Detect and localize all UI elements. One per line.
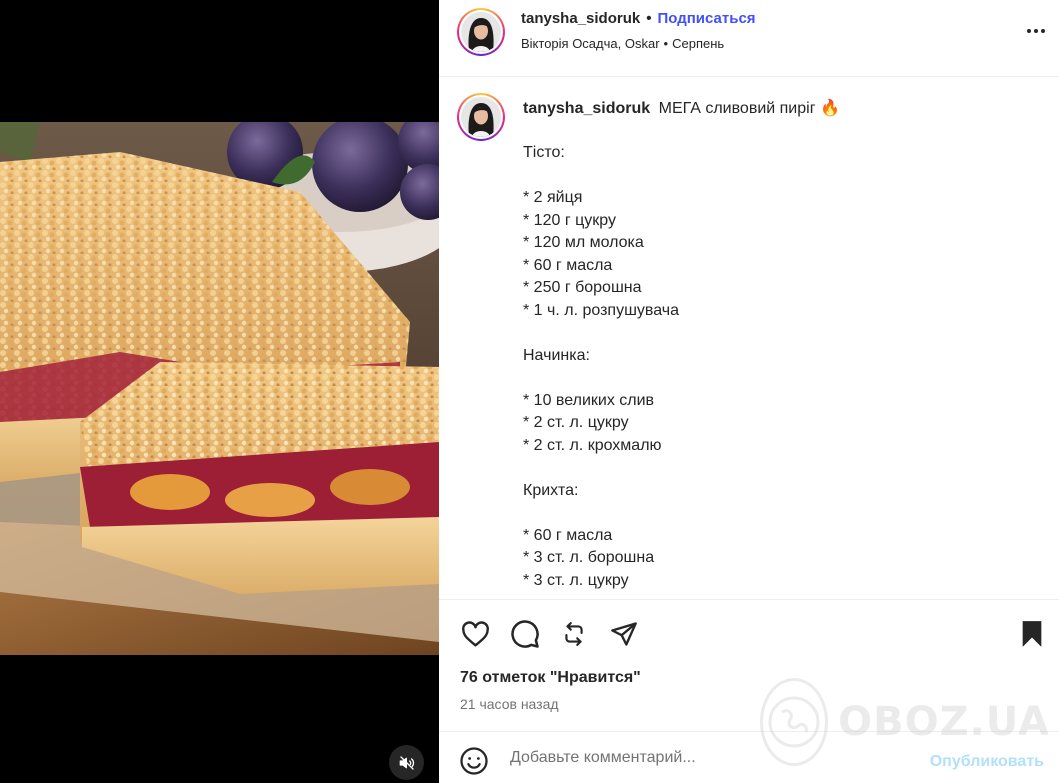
mute-button[interactable]: [389, 745, 424, 780]
post-header: tanysha_sidoruk • Подписаться Вікторія О…: [439, 0, 1059, 77]
caption-author-avatar[interactable]: [457, 93, 505, 141]
save-button[interactable]: [1016, 618, 1048, 650]
comment-button[interactable]: [509, 618, 541, 650]
header-subtitle-row: Вікторія Осадча, Oskar • Серпень: [521, 36, 724, 51]
muted-speaker-icon: [399, 755, 414, 770]
author-avatar[interactable]: [457, 8, 505, 56]
comment-icon: [511, 620, 539, 648]
more-options-button[interactable]: [1023, 18, 1049, 44]
emoji-icon: [460, 747, 488, 775]
caption-header: tanysha_sidoruk МЕГА сливовий пиріг 🔥: [523, 98, 840, 120]
watermark-globe-logo: [760, 678, 829, 766]
watermark: OBOZ.UA: [760, 676, 1050, 768]
repost-icon: [565, 622, 583, 646]
share-button[interactable]: [608, 618, 640, 650]
emoji-button[interactable]: [459, 746, 489, 776]
caption-username[interactable]: tanysha_sidoruk: [523, 100, 650, 117]
post-timestamp[interactable]: 21 часов назад: [460, 696, 559, 712]
bookmark-icon: [1022, 621, 1042, 647]
post-media[interactable]: [0, 0, 439, 783]
heart-icon: [461, 620, 489, 647]
caption-title: МЕГА сливовий пиріг: [658, 100, 816, 117]
post-sidebar: tanysha_sidoruk • Подписаться Вікторія О…: [439, 0, 1059, 783]
separator-dot: •: [646, 10, 652, 27]
separator-dot: •: [663, 36, 669, 51]
share-icon: [611, 622, 637, 646]
watermark-text: OBOZ.UA: [838, 699, 1050, 745]
audio-link[interactable]: Серпень: [672, 36, 724, 51]
header-title-row: tanysha_sidoruk • Подписаться: [521, 10, 756, 27]
repost-button[interactable]: [558, 618, 590, 650]
author-username[interactable]: tanysha_sidoruk: [521, 10, 640, 27]
plum-pie-photo: [0, 122, 439, 655]
caption-area[interactable]: tanysha_sidoruk МЕГА сливовий пиріг 🔥 Ті…: [439, 78, 1059, 599]
collaborators-link[interactable]: Вікторія Осадча, Oskar: [521, 36, 660, 51]
likes-count[interactable]: 76 отметок "Нравится": [460, 669, 641, 687]
caption-recipe-text: Тісто: * 2 яйця * 120 г цукру * 120 мл м…: [523, 144, 680, 589]
like-button[interactable]: [459, 618, 491, 650]
fire-emoji: 🔥: [819, 100, 840, 117]
more-horizontal-icon: [1027, 29, 1045, 33]
follow-button[interactable]: Подписаться: [657, 10, 755, 27]
